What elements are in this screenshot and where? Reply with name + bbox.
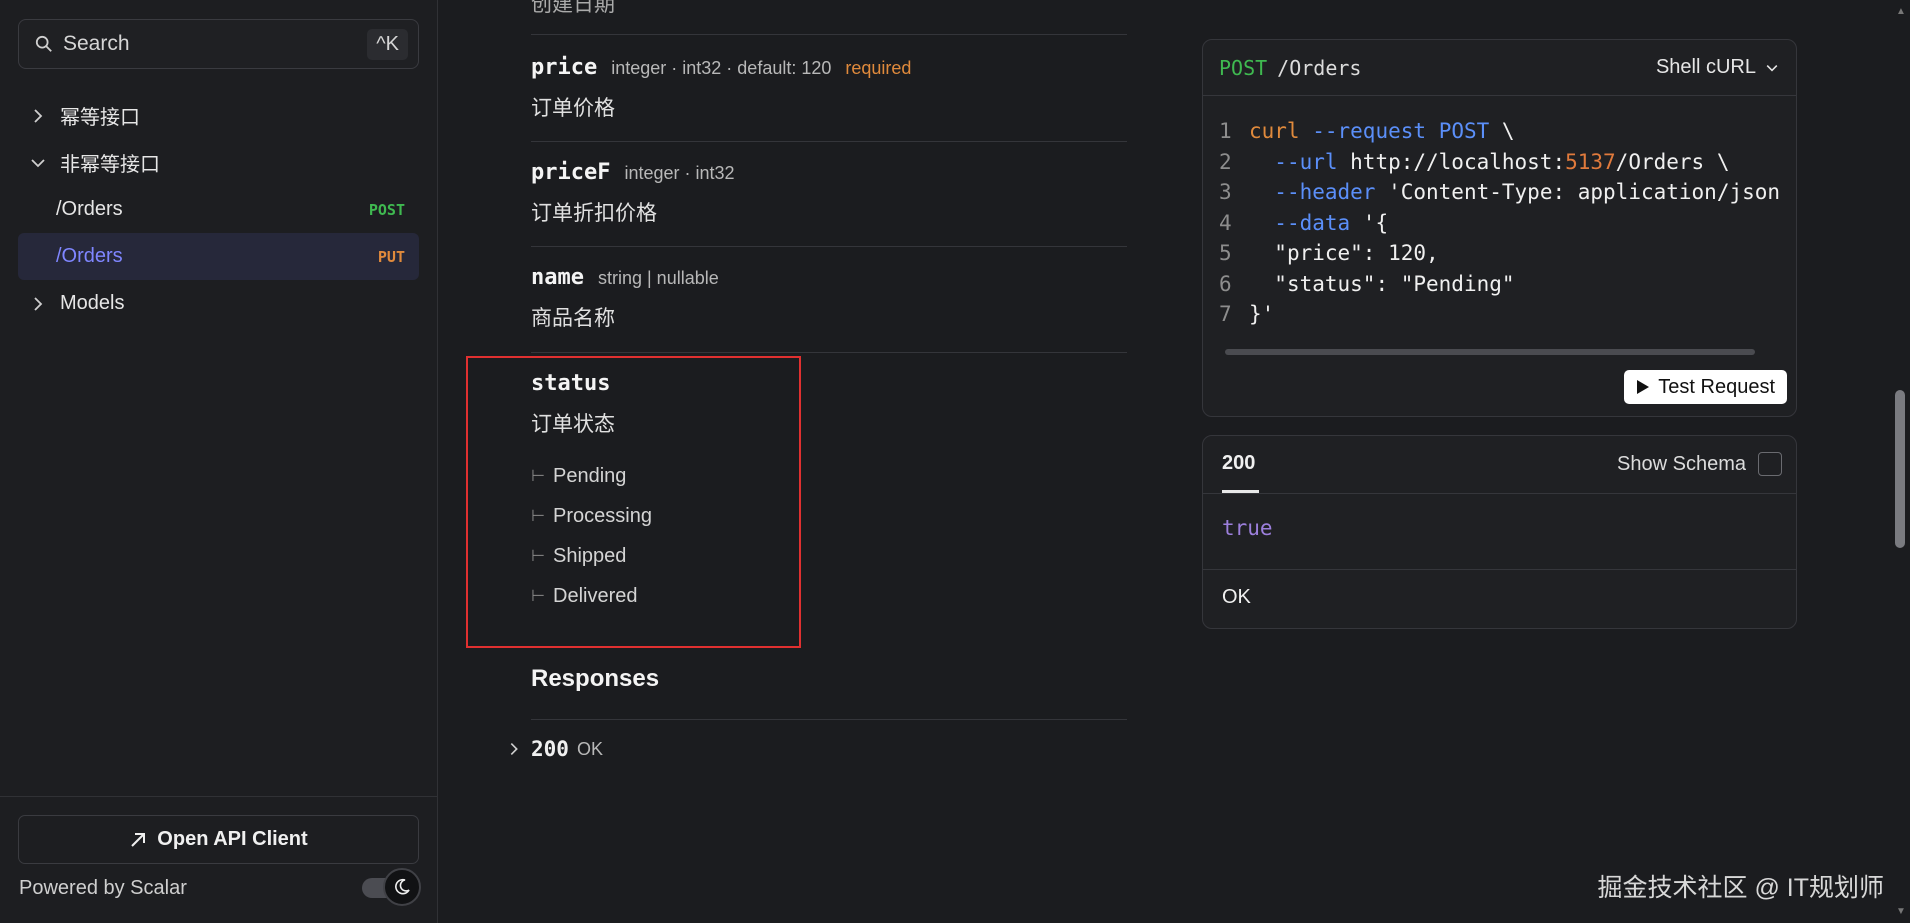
search-shortcut-badge: ^K (367, 28, 408, 60)
sidebar-footer: Open API Client Powered by Scalar (0, 796, 438, 923)
param-name: price (531, 55, 598, 80)
scroll-down-arrow-icon[interactable]: ▼ (1896, 906, 1906, 917)
code-block: 1 curl --request POST \ 2 --url http://loc… (1219, 119, 1781, 326)
response-code: 200 (531, 737, 569, 761)
search-placeholder: Search (63, 32, 130, 55)
annotation-highlight-box (466, 356, 801, 648)
tab-200[interactable]: 200 (1222, 452, 1255, 475)
response-200-row[interactable]: 200 OK (505, 737, 603, 761)
sidebar-group-idempotent[interactable]: 幂等接口 (18, 92, 419, 139)
arrow-up-right-icon (131, 832, 146, 847)
test-request-label: Test Request (1658, 375, 1775, 398)
sidebar-item-orders-post[interactable]: /Orders POST (18, 186, 419, 233)
play-icon (1637, 380, 1650, 394)
sidebar-group-label: 非幂等接口 (60, 154, 160, 176)
chevron-down-icon (1766, 64, 1778, 72)
sidebar-group-models[interactable]: Models (18, 280, 419, 327)
search-input[interactable]: Search ^K (18, 19, 419, 69)
watermark-text: 掘金技术社区 @ IT规划师 (1597, 874, 1885, 902)
endpoint-path: /Orders (56, 245, 123, 267)
method-badge-post: POST (368, 200, 405, 219)
param-priceF: priceF integer · int32 订单折扣价格 (531, 141, 1127, 227)
sidebar-group-non-idempotent[interactable]: 非幂等接口 (18, 139, 419, 186)
response-status-text: OK (1222, 586, 1251, 608)
param-type: integer · int32 (624, 163, 735, 183)
response-label: OK (576, 738, 603, 759)
param-description: 商品名称 (531, 307, 615, 330)
scroll-up-arrow-icon[interactable]: ▲ (1896, 6, 1906, 17)
param-name-field: name string | nullable 商品名称 (531, 246, 1127, 332)
sidebar-item-orders-put[interactable]: /Orders PUT (18, 233, 419, 280)
chevron-down-icon (31, 158, 45, 167)
method-badge-put: PUT (377, 247, 405, 266)
sidebar-group-label: 幂等接口 (60, 107, 140, 129)
param-name: name (531, 265, 584, 290)
sidebar-group-label: Models (60, 292, 125, 314)
dark-mode-toggle[interactable] (383, 868, 421, 906)
param-price: price integer · int32 · default: 120 req… (531, 34, 1127, 122)
param-type: string | nullable (597, 268, 719, 288)
open-api-client-label: Open API Client (157, 828, 308, 850)
test-request-button[interactable]: Test Request (1624, 370, 1787, 404)
request-method: POST (1219, 55, 1268, 80)
open-api-client-button[interactable]: Open API Client (18, 815, 419, 864)
sidebar: Search ^K 幂等接口 非幂等接口 /Orders POST /Order… (0, 0, 438, 923)
response-body: true (1203, 494, 1796, 570)
param-description-cut: 创建日期 (531, 0, 615, 16)
request-path: /Orders (1277, 55, 1362, 80)
search-icon (35, 35, 52, 52)
request-example-header: POST /Orders Shell cURL (1203, 40, 1796, 96)
response-example-card: 200 Show Schema true OK (1202, 435, 1797, 629)
param-type: integer · int32 · default: 120 (611, 58, 832, 78)
show-schema-label: Show Schema (1617, 453, 1746, 475)
powered-by-text[interactable]: Powered by Scalar (19, 877, 187, 900)
param-name: priceF (531, 160, 611, 185)
moon-icon (395, 878, 410, 895)
chevron-right-icon (34, 296, 43, 311)
language-select[interactable]: Shell cURL (1656, 56, 1780, 79)
responses-heading: Responses (531, 665, 660, 692)
response-tabs: 200 Show Schema (1203, 436, 1796, 494)
scrollbar-thumb[interactable] (1225, 349, 1755, 355)
show-schema-checkbox[interactable] (1758, 452, 1782, 476)
code-horizontal-scrollbar[interactable] (1215, 349, 1785, 355)
active-tab-indicator (1222, 490, 1259, 493)
param-description: 订单价格 (531, 97, 615, 120)
request-example-card: POST /Orders Shell cURL 1 curl --request … (1202, 39, 1797, 417)
endpoint-path: /Orders (56, 198, 123, 220)
sidebar-nav: 幂等接口 非幂等接口 /Orders POST /Orders PUT Mode… (18, 92, 419, 327)
page-scrollbar-thumb[interactable] (1895, 390, 1905, 548)
chevron-right-icon (510, 743, 518, 755)
divider (531, 719, 1127, 720)
chevron-right-icon (34, 108, 43, 123)
required-badge: required (845, 58, 912, 78)
param-description: 订单折扣价格 (531, 202, 657, 225)
